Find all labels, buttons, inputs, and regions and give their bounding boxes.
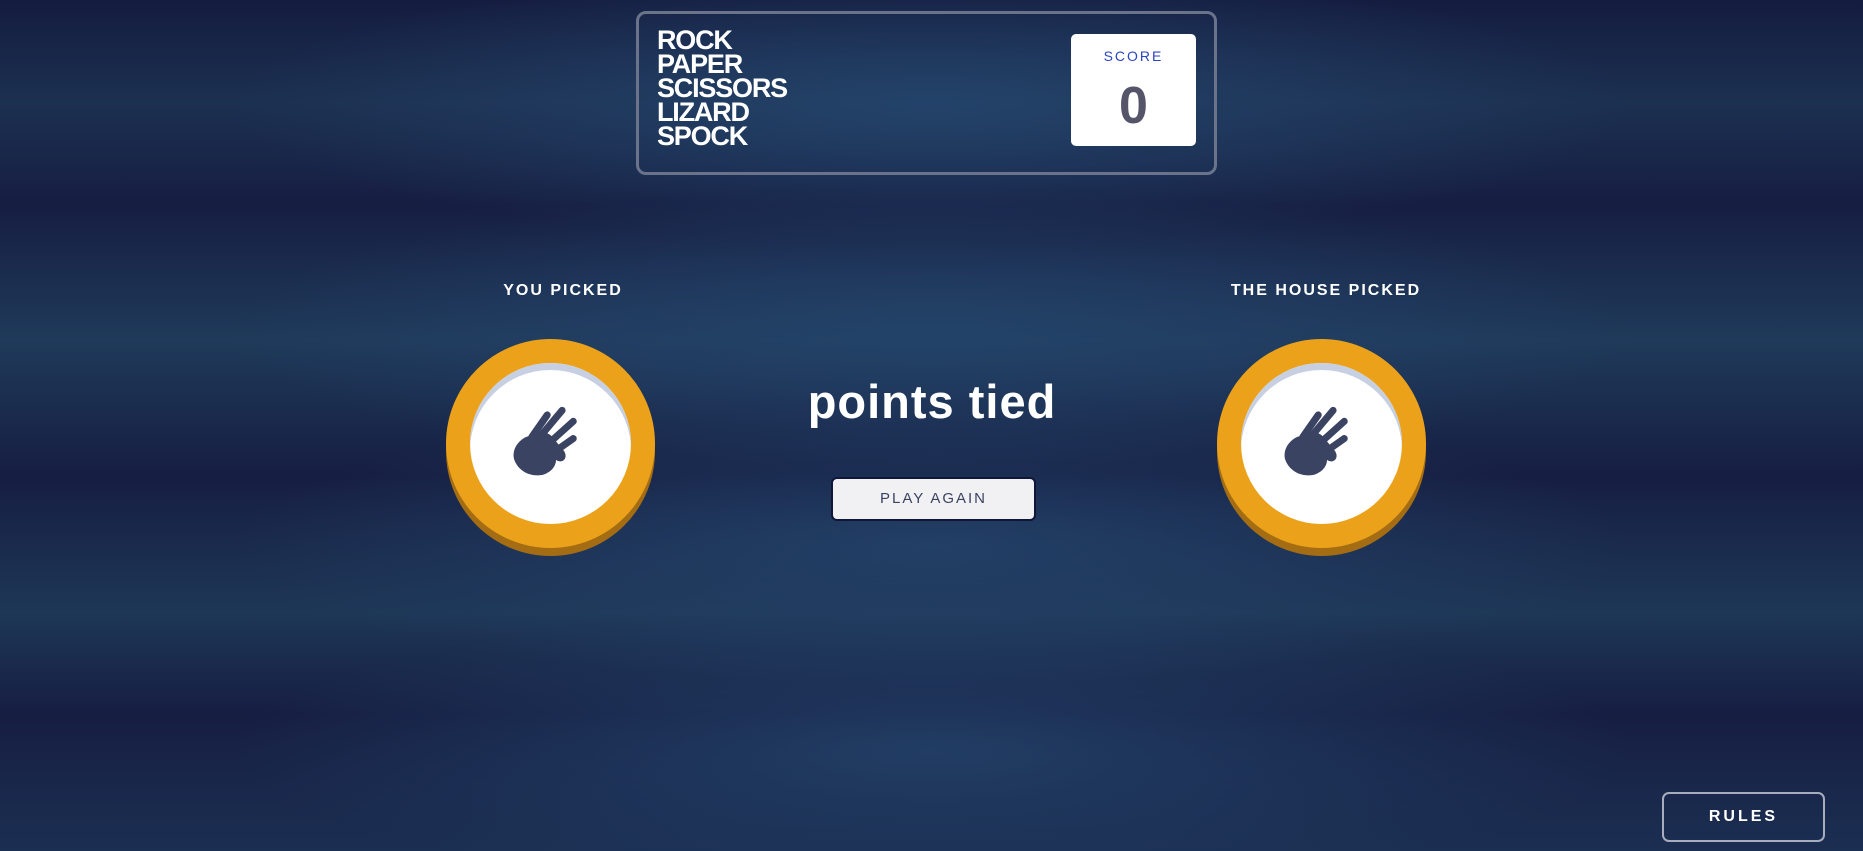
game-title: ROCK PAPER SCISSORS LIZARD SPOCK <box>657 27 788 151</box>
house-choice-token-face <box>1241 363 1402 524</box>
house-picked-label: THE HOUSE PICKED <box>1230 282 1422 299</box>
spock-icon <box>513 406 577 476</box>
player-choice-token-face <box>470 363 631 524</box>
result-text: points tied <box>807 375 1057 428</box>
spock-icon <box>1284 406 1348 476</box>
rules-button[interactable]: RULES <box>1662 792 1825 842</box>
player-choice-token <box>446 339 655 548</box>
house-choice-token <box>1217 339 1426 548</box>
you-picked-label: YOU PICKED <box>503 282 623 299</box>
scoreboard-header: ROCK PAPER SCISSORS LIZARD SPOCK SCORE 0 <box>636 11 1217 175</box>
score-label: SCORE <box>1103 48 1164 64</box>
title-line-spock: SPOCK <box>657 121 748 151</box>
score-box: SCORE 0 <box>1071 34 1196 146</box>
score-value: 0 <box>1119 77 1148 135</box>
play-again-button[interactable]: PLAY AGAIN <box>831 477 1036 521</box>
